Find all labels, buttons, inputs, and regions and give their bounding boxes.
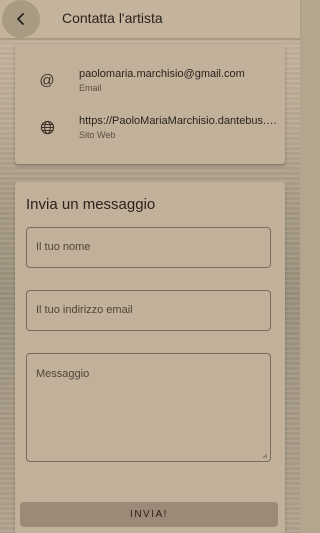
email-row[interactable]: @ paolomaria.marchisio@gmail.com Email [15,64,285,104]
name-field[interactable]: Il tuo nome [26,227,271,268]
contacts-card: @ paolomaria.marchisio@gmail.com Email h… [15,44,285,164]
globe-icon [39,119,55,135]
page-title: Contatta l'artista [62,10,163,26]
website-label: Sito Web [79,130,116,140]
message-field[interactable]: Messaggio [26,353,271,462]
email-field[interactable]: Il tuo indirizzo email [26,290,271,331]
at-icon: @ [39,71,55,89]
website-row[interactable]: https://PaoloMariaMarchisio.dantebus.com… [15,111,285,151]
email-placeholder: Il tuo indirizzo email [36,304,133,316]
resize-handle-icon[interactable] [262,453,268,459]
back-button[interactable] [2,0,40,38]
message-placeholder: Messaggio [36,368,90,380]
form-title: Invia un messaggio [26,196,156,213]
website-value[interactable]: https://PaoloMariaMarchisio.dantebus.com [79,115,279,127]
email-label: Email [79,83,102,93]
app-header: Contatta l'artista [0,0,300,39]
email-value[interactable]: paolomaria.marchisio@gmail.com [79,68,279,80]
chevron-left-icon [17,13,24,25]
message-form-card: Invia un messaggio Il tuo nome Il tuo in… [15,182,285,533]
submit-button[interactable]: INVIA! [20,502,278,527]
name-placeholder: Il tuo nome [36,241,91,253]
